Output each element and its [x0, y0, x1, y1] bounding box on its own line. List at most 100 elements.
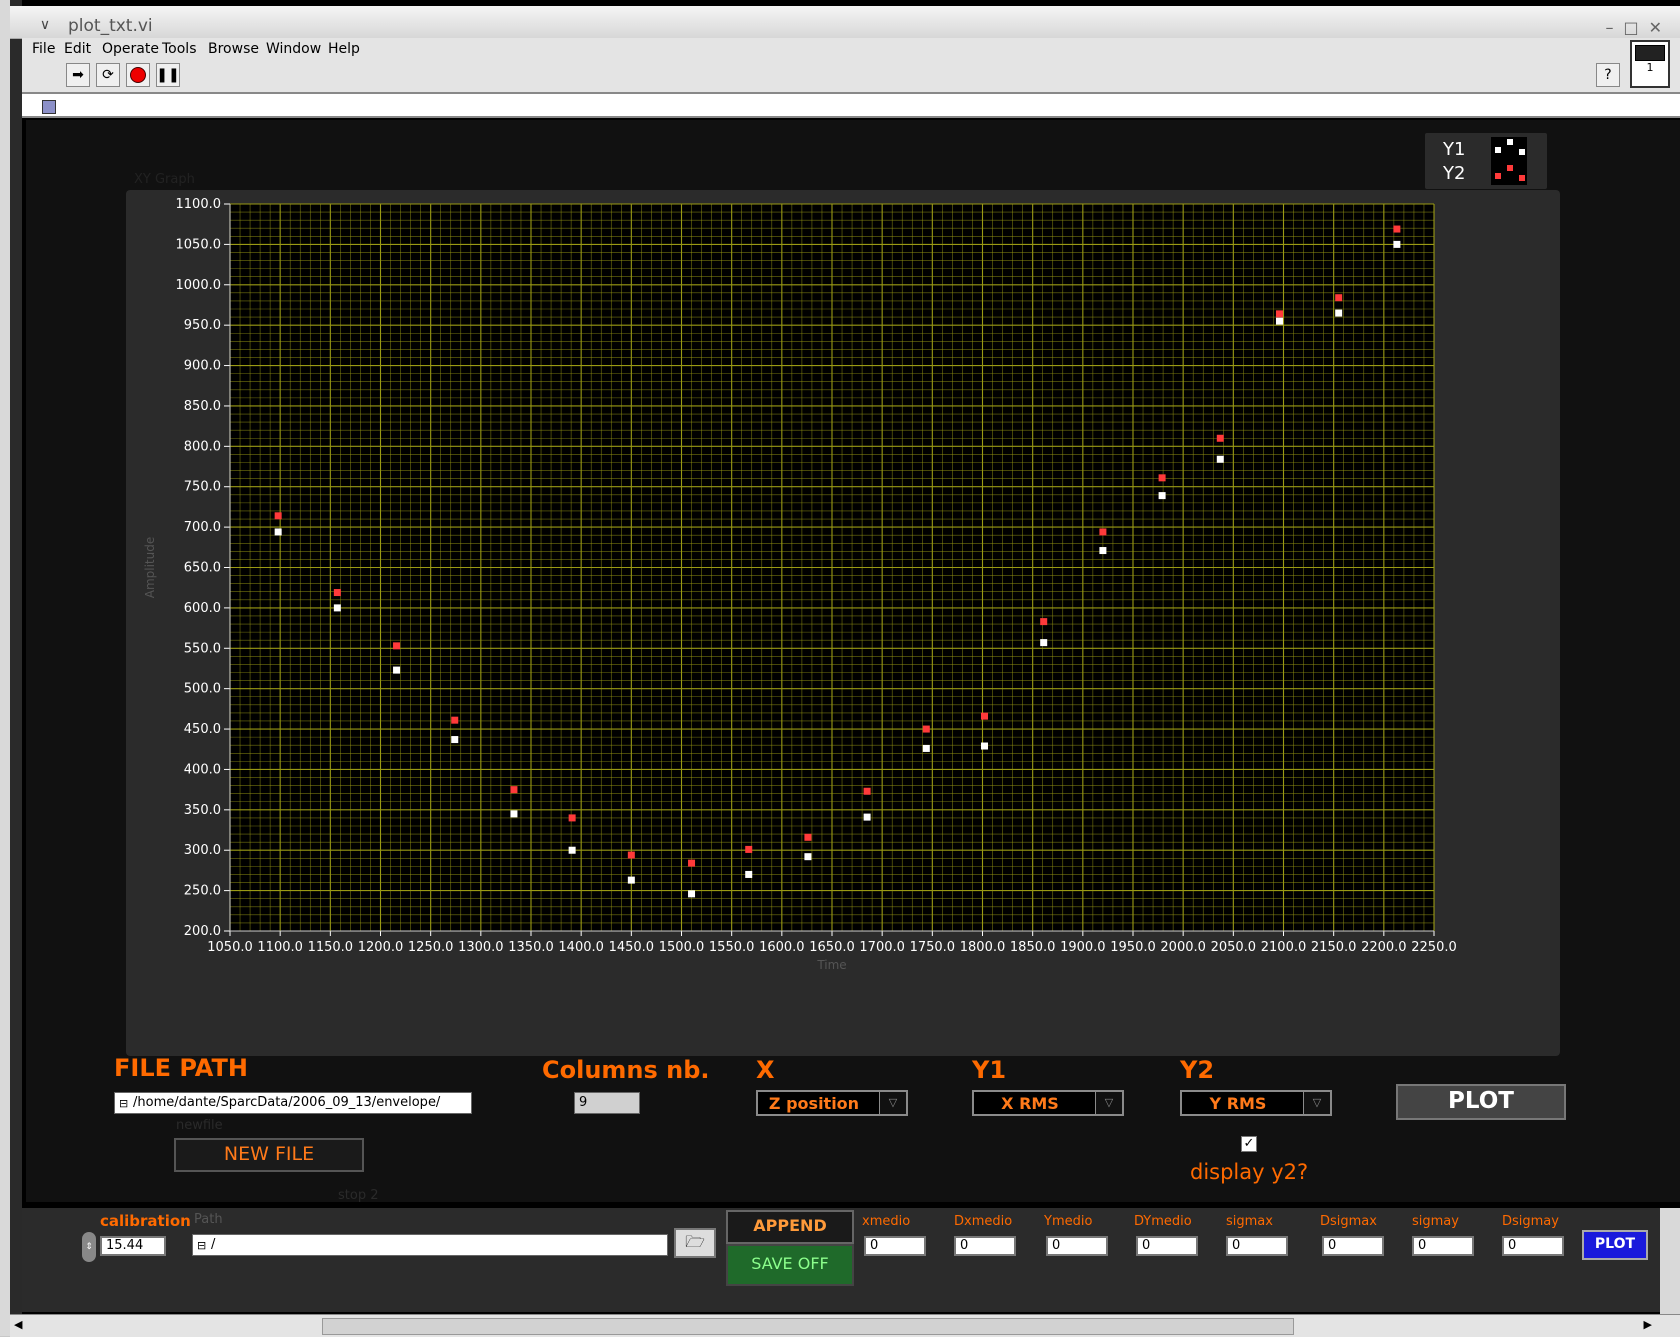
data-point-y2[interactable]	[1158, 474, 1166, 482]
data-point-y2[interactable]	[451, 716, 459, 724]
data-point-y2[interactable]	[393, 642, 401, 650]
menu-edit[interactable]: Edit	[64, 41, 91, 57]
data-point-y1[interactable]	[1040, 639, 1048, 647]
chevron-down-icon[interactable]: ▽	[879, 1092, 906, 1114]
display-y2-checkbox[interactable]: ✓	[1241, 1136, 1257, 1152]
data-point-y1[interactable]	[863, 813, 871, 821]
title-bar[interactable]: ∨ plot_txt.vi –□✕	[10, 6, 1680, 39]
x-tick-label: 1900.0	[1060, 940, 1106, 955]
data-point-y1[interactable]	[1216, 455, 1224, 463]
data-point-y1[interactable]	[688, 890, 696, 898]
vi-connector-icon[interactable]: 1	[1630, 40, 1670, 88]
calibration-label: calibration	[100, 1212, 191, 1230]
y-tick-label: 450.0	[184, 722, 221, 737]
columns-field[interactable]: 9	[574, 1092, 640, 1114]
pause-icon[interactable]: ❚❚	[156, 63, 180, 87]
indicator-value: 0	[1136, 1236, 1198, 1256]
calibration-stepper[interactable]: ⇕	[82, 1232, 96, 1262]
data-point-y1[interactable]	[922, 744, 930, 752]
menu-tools[interactable]: Tools	[162, 41, 197, 57]
data-point-y1[interactable]	[804, 853, 812, 861]
path-field[interactable]: ⊟ /	[192, 1234, 668, 1256]
data-point-y1[interactable]	[451, 736, 459, 744]
maximize-icon[interactable]: □	[1623, 18, 1648, 37]
x-selector[interactable]: Z position ▽	[756, 1090, 908, 1116]
data-point-y2[interactable]	[981, 712, 989, 720]
append-button[interactable]: APPEND	[726, 1210, 854, 1244]
xy-graph[interactable]: 200.0 250.0 300.0 350.0 400.0 450.0 500.0 550.0…	[126, 190, 1550, 1060]
y-tick-label: 350.0	[184, 803, 221, 818]
data-point-y1[interactable]	[393, 666, 401, 674]
data-point-y2[interactable]	[274, 512, 282, 520]
data-point-y1[interactable]	[1099, 547, 1107, 555]
data-point-y2[interactable]	[568, 814, 576, 822]
data-point-y1[interactable]	[981, 742, 989, 750]
run-continuously-icon[interactable]: ⟳	[96, 63, 120, 87]
data-point-y2[interactable]	[1040, 618, 1048, 626]
data-point-y2[interactable]	[1216, 434, 1224, 442]
data-point-y2[interactable]	[1393, 225, 1401, 233]
data-point-y2[interactable]	[1099, 528, 1107, 536]
file-path-field[interactable]: ⊟ /home/dante/SparcData/2006_09_13/envelo…	[114, 1092, 472, 1114]
data-point-y1[interactable]	[1393, 240, 1401, 248]
legend-y2-point	[1519, 175, 1525, 181]
data-point-y1[interactable]	[333, 604, 341, 612]
menu-browse[interactable]: Browse	[208, 41, 259, 57]
folder-icon[interactable]: 🗁	[674, 1228, 716, 1258]
data-point-y2[interactable]	[688, 859, 696, 867]
scroll-thumb[interactable]	[322, 1318, 1294, 1335]
menu-window[interactable]: Window	[266, 41, 321, 57]
y2-selector[interactable]: Y RMS ▽	[1180, 1090, 1332, 1116]
scroll-right-icon[interactable]: ▶	[1644, 1318, 1652, 1331]
menu-help[interactable]: Help	[328, 41, 360, 57]
path-value: /	[211, 1237, 216, 1252]
vertical-scrollbar[interactable]	[1660, 1208, 1680, 1314]
data-point-y1[interactable]	[1158, 492, 1166, 500]
x-tick-label: 1250.0	[408, 940, 454, 955]
plot-button[interactable]: PLOT	[1396, 1084, 1566, 1120]
data-point-y2[interactable]	[333, 589, 341, 597]
chevron-down-icon[interactable]: ▽	[1095, 1092, 1122, 1114]
y1-selector[interactable]: X RMS ▽	[972, 1090, 1124, 1116]
window-controls[interactable]: –□✕	[1605, 18, 1672, 37]
new-file-button[interactable]: NEW FILE	[174, 1138, 364, 1172]
status-bar	[22, 92, 1680, 118]
window-menu-icon[interactable]: ∨	[36, 16, 54, 34]
data-point-y1[interactable]	[274, 528, 282, 536]
abort-icon[interactable]	[126, 63, 150, 87]
save-off-button[interactable]: SAVE OFF	[726, 1244, 854, 1286]
indicator-value: 0	[1412, 1236, 1474, 1256]
legend-y1-label: Y1	[1443, 139, 1466, 160]
status-indicator-icon	[42, 100, 56, 114]
menu-file[interactable]: File	[32, 41, 55, 57]
data-point-y1[interactable]	[510, 810, 518, 818]
data-point-y2[interactable]	[627, 851, 635, 859]
menu-operate[interactable]: Operate	[102, 41, 159, 57]
data-point-y2[interactable]	[745, 845, 753, 853]
help-icon[interactable]: ?	[1596, 63, 1620, 87]
data-point-y1[interactable]	[1275, 317, 1283, 325]
close-icon[interactable]: ✕	[1649, 18, 1672, 37]
run-arrow-icon[interactable]: ➡	[66, 63, 90, 87]
legend-y1-point	[1519, 149, 1525, 155]
calibration-field[interactable]: 15.44	[100, 1236, 166, 1256]
data-point-y1[interactable]	[1335, 309, 1343, 317]
data-point-y1[interactable]	[627, 876, 635, 884]
scroll-left-icon[interactable]: ◀	[14, 1318, 22, 1331]
x-tick-label: 1100.0	[257, 940, 303, 955]
data-point-y2[interactable]	[922, 725, 930, 733]
plot-legend[interactable]: Y1 Y2	[1425, 133, 1547, 189]
horizontal-scrollbar[interactable]: ◀ ▶	[10, 1314, 1680, 1337]
data-point-y2[interactable]	[1335, 294, 1343, 302]
minimize-icon[interactable]: –	[1605, 18, 1623, 37]
data-point-y2[interactable]	[863, 787, 871, 795]
file-path-label: FILE PATH	[114, 1054, 248, 1082]
chevron-down-icon[interactable]: ▽	[1303, 1092, 1330, 1114]
data-point-y1[interactable]	[745, 870, 753, 878]
data-point-y1[interactable]	[568, 846, 576, 854]
data-point-y2[interactable]	[1275, 310, 1283, 318]
x-tick-label: 2050.0	[1211, 940, 1257, 955]
data-point-y2[interactable]	[804, 833, 812, 841]
bottom-plot-button[interactable]: PLOT	[1582, 1230, 1648, 1260]
data-point-y2[interactable]	[510, 786, 518, 794]
